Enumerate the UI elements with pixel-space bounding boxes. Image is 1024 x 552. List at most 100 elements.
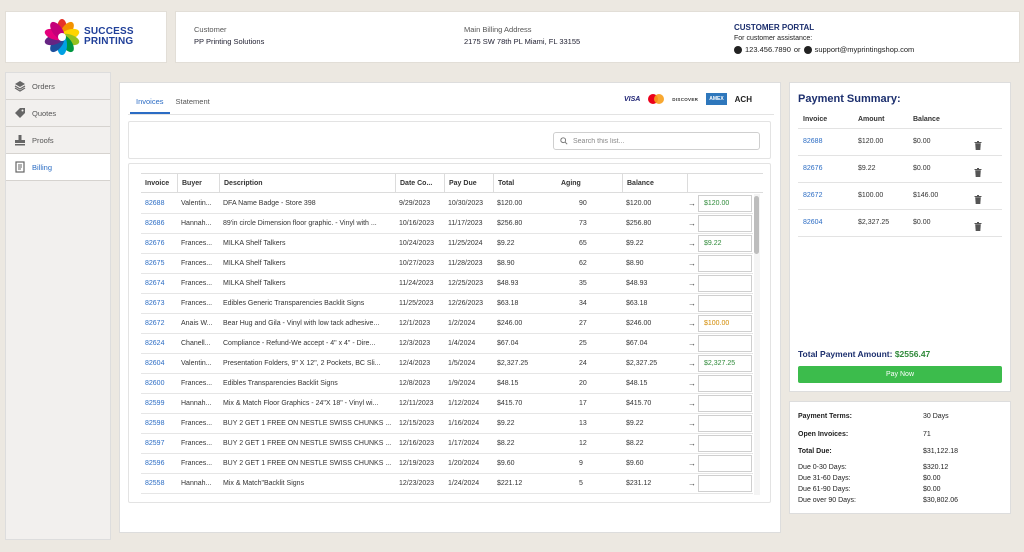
tab-statement[interactable]: Statement	[170, 97, 216, 114]
search-input[interactable]	[573, 137, 753, 145]
payment-amount-input[interactable]	[698, 355, 752, 372]
summary-invoice[interactable]: 82688	[803, 129, 822, 155]
tab-invoices[interactable]: Invoices	[130, 97, 170, 114]
invoice-number[interactable]: 82598	[141, 414, 177, 434]
table-row[interactable]: 82674 Frances... MILKA Shelf Talkers 11/24/…	[141, 274, 753, 294]
col-buyer[interactable]: Buyer	[177, 174, 219, 193]
apply-balance-arrow-icon[interactable]: →	[686, 274, 698, 294]
pay-due-cell: 1/20/2024	[448, 460, 480, 467]
sidebar: Orders Quotes Proofs Billing	[5, 72, 111, 540]
invoice-number[interactable]: 82673	[141, 294, 177, 314]
table-row[interactable]: 82558 Hannah... Mix & Match"Backlit Signs 1…	[141, 474, 753, 494]
buyer-cell: Hannah...	[181, 400, 212, 407]
table-row[interactable]: 82598 Frances... BUY 2 GET 1 FREE ON NESTL…	[141, 414, 753, 434]
trash-icon[interactable]	[974, 137, 984, 150]
col-pay-due[interactable]: Pay Due	[444, 174, 493, 193]
payment-amount-input[interactable]	[698, 375, 752, 392]
summary-invoice[interactable]: 82676	[803, 156, 822, 182]
invoice-number[interactable]: 82672	[141, 314, 177, 334]
table-row[interactable]: 82675 Frances... MILKA Shelf Talkers 10/27/…	[141, 254, 753, 274]
due-bucket-value: $0.00	[923, 475, 941, 482]
apply-balance-arrow-icon[interactable]: →	[686, 294, 698, 314]
payment-amount-input[interactable]	[698, 195, 752, 212]
col-total[interactable]: Total	[493, 174, 557, 193]
summary-invoice[interactable]: 82604	[803, 210, 822, 236]
col-description[interactable]: Description	[219, 174, 395, 193]
customer-header: Customer PP Printing Solutions Main Bill…	[175, 11, 1020, 63]
table-row[interactable]: 82604 Valentin... Presentation Folders, 9"…	[141, 354, 753, 374]
payment-amount-input[interactable]	[698, 295, 752, 312]
table-row[interactable]: 82624 Chanell... Compliance - Refund-We ac…	[141, 334, 753, 354]
payment-amount-input[interactable]	[698, 435, 752, 452]
sidebar-item-orders[interactable]: Orders	[6, 73, 110, 100]
trash-icon[interactable]	[974, 191, 984, 204]
search-box[interactable]	[553, 132, 760, 150]
invoice-number[interactable]: 82558	[141, 474, 177, 494]
invoice-number[interactable]: 82686	[141, 214, 177, 234]
summary-balance: $0.00	[913, 165, 931, 172]
table-row[interactable]: 82686 Hannah... 89'in circle Dimension flo…	[141, 214, 753, 234]
logo[interactable]: SUCCESS PRINTING	[5, 11, 167, 63]
table-row[interactable]: 82676 Frances... MILKA Shelf Talkers 10/24/…	[141, 234, 753, 254]
summary-balance: $146.00	[913, 192, 939, 199]
invoice-number[interactable]: 82688	[141, 194, 177, 214]
invoice-number[interactable]: 82604	[141, 354, 177, 374]
table-row[interactable]: 82672 Anais W... Bear Hug and Gila - Vinyl…	[141, 314, 753, 334]
apply-balance-arrow-icon[interactable]: →	[686, 434, 698, 454]
apply-balance-arrow-icon[interactable]: →	[686, 214, 698, 234]
table-row[interactable]: 82597 Frances... BUY 2 GET 1 FREE ON NESTL…	[141, 434, 753, 454]
pay-now-button[interactable]: Pay Now	[798, 366, 1002, 383]
apply-balance-arrow-icon[interactable]: →	[686, 354, 698, 374]
apply-balance-arrow-icon[interactable]: →	[686, 194, 698, 214]
invoice-number[interactable]: 82624	[141, 334, 177, 354]
total-cell: $9.22	[497, 420, 515, 427]
payment-amount-input[interactable]	[698, 455, 752, 472]
table-row[interactable]: 82673 Frances... Edibles Generic Transpare…	[141, 294, 753, 314]
col-aging[interactable]: Aging	[557, 174, 622, 193]
invoice-number[interactable]: 82676	[141, 234, 177, 254]
payment-amount-input[interactable]	[698, 475, 752, 492]
apply-balance-arrow-icon[interactable]: →	[686, 474, 698, 494]
open-invoices-label: Open Invoices:	[798, 431, 849, 438]
payment-amount-input[interactable]	[698, 215, 752, 232]
apply-balance-arrow-icon[interactable]: →	[686, 414, 698, 434]
invoice-number[interactable]: 82674	[141, 274, 177, 294]
payment-amount-input[interactable]	[698, 315, 752, 332]
table-row[interactable]: 82596 Frances... BUY 2 GET 1 FREE ON NESTL…	[141, 454, 753, 474]
invoice-number[interactable]: 82597	[141, 434, 177, 454]
support-email[interactable]: support@myprintingshop.com	[815, 45, 915, 54]
apply-balance-arrow-icon[interactable]: →	[686, 334, 698, 354]
col-balance[interactable]: Balance	[622, 174, 687, 193]
payment-amount-input[interactable]	[698, 275, 752, 292]
payment-amount-input[interactable]	[698, 395, 752, 412]
apply-balance-arrow-icon[interactable]: →	[686, 454, 698, 474]
invoice-number[interactable]: 82675	[141, 254, 177, 274]
apply-balance-arrow-icon[interactable]: →	[686, 254, 698, 274]
invoice-number[interactable]: 82596	[141, 454, 177, 474]
table-row[interactable]: 82600 Frances... Edibles Transparencies Ba…	[141, 374, 753, 394]
sidebar-item-quotes[interactable]: Quotes	[6, 100, 110, 127]
total-cell: $415.70	[497, 400, 523, 407]
trash-icon[interactable]	[974, 164, 984, 177]
apply-balance-arrow-icon[interactable]: →	[686, 374, 698, 394]
table-row[interactable]: 82599 Hannah... Mix & Match Floor Graphics…	[141, 394, 753, 414]
phone-number[interactable]: 123.456.7890	[745, 45, 791, 54]
invoice-number[interactable]: 82599	[141, 394, 177, 414]
trash-icon[interactable]	[974, 218, 984, 231]
apply-balance-arrow-icon[interactable]: →	[686, 234, 698, 254]
sidebar-item-billing[interactable]: Billing	[6, 154, 110, 181]
invoice-number[interactable]: 82600	[141, 374, 177, 394]
payment-amount-input[interactable]	[698, 335, 752, 352]
col-invoice[interactable]: Invoice	[141, 174, 177, 193]
table-row[interactable]: 82688 Valentin... DFA Name Badge - Store 3…	[141, 194, 753, 214]
table-body: 82558 Hannah... Mix & Match"Backlit Signs 1…	[141, 194, 763, 495]
apply-balance-arrow-icon[interactable]: →	[686, 314, 698, 334]
payment-amount-input[interactable]	[698, 415, 752, 432]
summary-invoice[interactable]: 82672	[803, 183, 822, 209]
col-date-completed[interactable]: Date Co...	[395, 174, 444, 193]
sidebar-item-proofs[interactable]: Proofs	[6, 127, 110, 154]
payment-amount-input[interactable]	[698, 255, 752, 272]
apply-balance-arrow-icon[interactable]: →	[686, 394, 698, 414]
payment-amount-input[interactable]	[698, 235, 752, 252]
scrollbar-thumb[interactable]	[754, 196, 759, 254]
